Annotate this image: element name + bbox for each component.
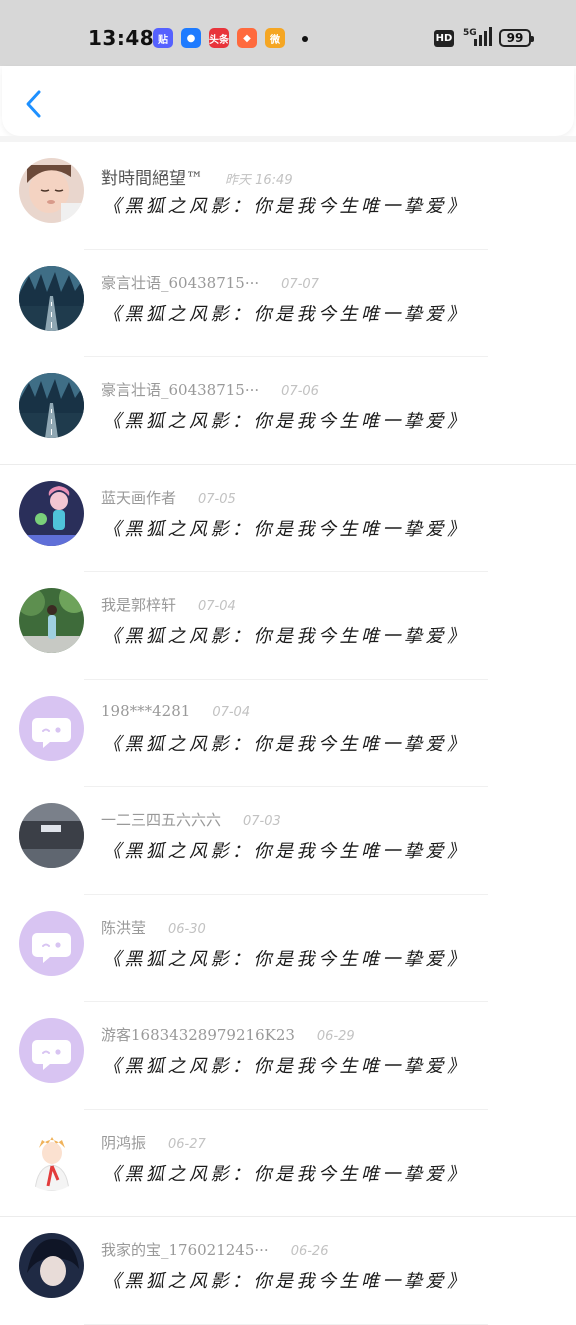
comment-text: 《黑狐之风影：你是我今生唯一挚爱》 — [103, 626, 469, 647]
comment-date: 昨天 16:49 — [225, 173, 293, 188]
comment-date: 07-04 — [198, 599, 236, 614]
avatar[interactable] — [19, 158, 84, 223]
username[interactable]: 198***4281 — [101, 702, 190, 720]
comment-item[interactable]: 阴鸿振 06-27 《黑狐之风影：你是我今生唯一挚爱》 — [0, 1110, 576, 1217]
comment-text: 《黑狐之风影：你是我今生唯一挚爱》 — [103, 518, 469, 540]
comment-item[interactable]: 一二三四五六六六 07-03 《黑狐之风影：你是我今生唯一挚爱》 — [0, 787, 576, 895]
comment-meta: 游客16834328979216K23 06-29 — [101, 1024, 355, 1045]
avatar[interactable] — [19, 1018, 84, 1083]
toutiao-icon: 头条 — [209, 28, 229, 48]
avatar[interactable] — [19, 1125, 84, 1191]
comment-meta: 豪言壮语_60438715··· 07-06 — [101, 379, 319, 400]
chevron-left-icon — [26, 90, 41, 118]
comment-text: 《黑狐之风影：你是我今生唯一挚爱》 — [103, 948, 469, 970]
comment-item[interactable]: 豪言壮语_60438715··· 07-06 《黑狐之风影：你是我今生唯一挚爱》 — [0, 357, 576, 465]
avatar[interactable] — [19, 910, 84, 976]
comment-item[interactable]: 198***4281 07-04 《黑狐之风影：你是我今生唯一挚爱》 — [0, 680, 576, 787]
comment-date: 07-03 — [243, 814, 281, 829]
comment-item[interactable]: 游客16834328979216K23 06-29 《黑狐之风影：你是我今生唯一挚爱… — [0, 1002, 576, 1110]
username[interactable]: 陈洪莹 — [101, 917, 146, 938]
avatar[interactable] — [19, 480, 84, 546]
comment-text: 《黑狐之风影：你是我今生唯一挚爱》 — [103, 303, 469, 325]
comment-item[interactable]: 豪言壮语_60438715··· 07-07 《黑狐之风影：你是我今生唯一挚爱》 — [0, 250, 576, 357]
back-button[interactable] — [16, 86, 52, 122]
comment-date: 07-04 — [212, 704, 251, 720]
comment-text: 《黑狐之风影：你是我今生唯一挚爱》 — [103, 411, 469, 432]
comment-date: 06-27 — [168, 1136, 206, 1152]
avatar[interactable] — [19, 588, 84, 653]
comment-meta: 一二三四五六六六 07-03 — [101, 809, 281, 830]
status-bar: 13:48 贴 ● 头条 ◆ 微 HD 5G 99 — [0, 0, 576, 66]
username[interactable]: 游客16834328979216K23 — [101, 1024, 295, 1045]
avatar[interactable] — [19, 695, 84, 761]
signal-5g-icon: 5G — [463, 27, 492, 46]
avatar[interactable] — [19, 373, 84, 438]
app-notification-icon: ● — [181, 28, 201, 48]
comment-item[interactable]: 陈洪莹 06-30 《黑狐之风影：你是我今生唯一挚爱》 — [0, 895, 576, 1002]
comment-date: 06-26 — [290, 1244, 329, 1259]
avatar[interactable] — [19, 803, 84, 868]
comment-meta: 我家的宝_176021245··· 06-26 — [101, 1239, 328, 1260]
username[interactable]: 對時間絕望™ — [101, 164, 203, 189]
comment-date: 06-29 — [316, 1029, 355, 1044]
username[interactable]: 我家的宝_176021245··· — [101, 1239, 269, 1260]
comment-text: 《黑狐之风影：你是我今生唯一挚爱》 — [103, 196, 469, 217]
divider — [84, 1323, 488, 1325]
comment-meta: 198***4281 07-04 — [101, 702, 250, 720]
avatar[interactable] — [19, 1233, 84, 1298]
comment-meta: 我是郭梓轩 07-04 — [101, 594, 236, 615]
notification-icons: 贴 ● 头条 ◆ 微 — [153, 28, 285, 48]
username[interactable]: 豪言壮语_60438715··· — [101, 272, 259, 293]
comment-list: 對時間絕望™ 昨天 16:49 《黑狐之风影：你是我今生唯一挚爱》 豪言壮语_604… — [0, 142, 576, 1325]
comment-item[interactable]: 我家的宝_176021245··· 06-26 《黑狐之风影：你是我今生唯一挚爱》 — [0, 1217, 576, 1325]
network-label: 5G — [463, 28, 477, 38]
comment-date: 06-30 — [168, 921, 206, 937]
comment-meta: 陈洪莹 06-30 — [101, 917, 206, 938]
comment-item[interactable]: 蓝天画作者 07-05 《黑狐之风影：你是我今生唯一挚爱》 — [0, 465, 576, 572]
comment-text: 《黑狐之风影：你是我今生唯一挚爱》 — [103, 841, 469, 862]
username[interactable]: 豪言壮语_60438715··· — [101, 379, 259, 400]
comment-item[interactable]: 我是郭梓轩 07-04 《黑狐之风影：你是我今生唯一挚爱》 — [0, 572, 576, 680]
comment-meta: 對時間絕望™ 昨天 16:49 — [101, 164, 293, 189]
username[interactable]: 一二三四五六六六 — [101, 809, 221, 830]
comment-text: 《黑狐之风影：你是我今生唯一挚爱》 — [103, 1271, 469, 1292]
username[interactable]: 阴鸿振 — [101, 1132, 146, 1153]
username[interactable]: 我是郭梓轩 — [101, 594, 176, 615]
app-notification-icon: 贴 — [153, 28, 173, 48]
battery-icon: 99 — [499, 29, 534, 47]
comment-date: 07-06 — [281, 384, 319, 399]
comment-date: 07-07 — [281, 276, 319, 292]
app-notification-icon: ◆ — [237, 28, 257, 48]
comment-date: 07-05 — [198, 491, 236, 507]
comment-text: 《黑狐之风影：你是我今生唯一挚爱》 — [103, 733, 469, 755]
comment-meta: 蓝天画作者 07-05 — [101, 487, 236, 508]
username[interactable]: 蓝天画作者 — [101, 487, 176, 508]
hd-icon: HD — [434, 30, 454, 47]
comment-text: 《黑狐之风影：你是我今生唯一挚爱》 — [103, 1163, 469, 1185]
comment-text: 《黑狐之风影：你是我今生唯一挚爱》 — [103, 1056, 469, 1077]
avatar[interactable] — [19, 265, 84, 331]
comment-item[interactable]: 對時間絕望™ 昨天 16:49 《黑狐之风影：你是我今生唯一挚爱》 — [0, 142, 576, 250]
top-bar — [2, 66, 574, 136]
comment-meta: 阴鸿振 06-27 — [101, 1132, 206, 1153]
more-notifications-dot — [302, 36, 308, 42]
weibo-icon: 微 — [265, 28, 285, 48]
status-time: 13:48 — [88, 26, 155, 50]
comment-meta: 豪言壮语_60438715··· 07-07 — [101, 272, 319, 293]
